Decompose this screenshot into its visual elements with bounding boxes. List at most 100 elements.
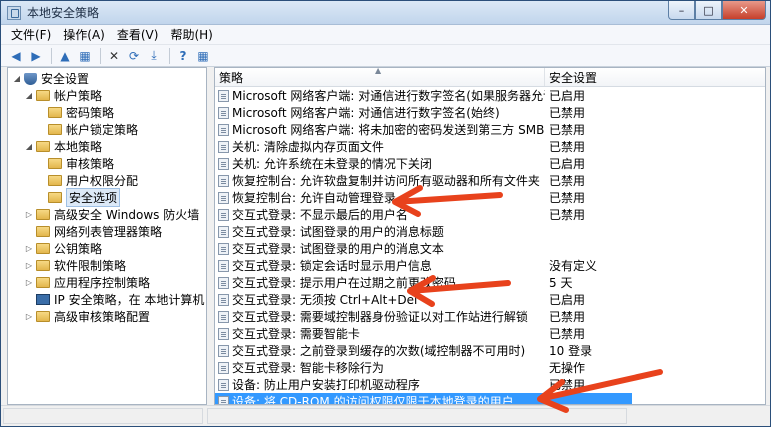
tree-item[interactable]: ▷ 应用程序控制策略	[8, 274, 206, 291]
collapse-icon	[36, 176, 46, 186]
tree-item[interactable]: 网络列表管理器策略	[8, 223, 206, 240]
policy-cell: 关机: 清除虚拟内存页面文件	[215, 138, 545, 155]
up-folder-icon[interactable]: ▲	[56, 47, 74, 65]
export-icon[interactable]: ⤓	[145, 47, 163, 65]
folder-icon	[36, 209, 50, 220]
collapse-icon[interactable]: ◢	[12, 74, 22, 84]
table-row[interactable]: 交互式登录: 锁定会话时显示用户信息 没有定义	[215, 257, 765, 274]
table-row[interactable]: 交互式登录: 智能卡移除行为 无操作	[215, 359, 765, 376]
console-tree-icon[interactable]: ▦	[194, 47, 212, 65]
setting-cell: 5 天	[549, 276, 573, 290]
title-bar[interactable]: 本地安全策略 – □ ✕	[1, 1, 770, 25]
tree-item[interactable]: 密码策略	[8, 104, 206, 121]
tree-item[interactable]: ▷ 高级审核策略配置	[8, 308, 206, 325]
column-header-policy[interactable]: ▲ 策略	[215, 68, 545, 86]
properties-icon[interactable]: ▦	[76, 47, 94, 65]
policy-name: 恢复控制台: 允许自动管理登录	[232, 191, 396, 205]
tree-item-label: 公钥策略	[54, 242, 103, 256]
menu-bar: 文件(F) 操作(A) 查看(V) 帮助(H)	[1, 25, 770, 45]
policy-icon	[218, 106, 229, 119]
policy-cell: 设备: 防止用户安装打印机驱动程序	[215, 376, 545, 393]
expand-icon[interactable]: ▷	[24, 261, 34, 271]
close-button[interactable]: ✕	[722, 1, 766, 20]
collapse-icon	[24, 227, 34, 237]
table-row[interactable]: 关机: 允许系统在未登录的情况下关闭 已启用	[215, 155, 765, 172]
table-row[interactable]: 交互式登录: 不显示最后的用户名 已禁用	[215, 206, 765, 223]
list-rows: Microsoft 网络客户端: 对通信进行数字签名(如果服务器允许) 已启用 Mi…	[215, 87, 765, 404]
computer-icon	[36, 294, 50, 305]
tree-item[interactable]: 安全选项	[8, 188, 206, 207]
policy-list[interactable]: ▲ 策略 安全设置 Microsoft 网络客户端: 对通信进行数字签名(如果服…	[214, 67, 766, 405]
forward-icon[interactable]: ▶	[27, 47, 45, 65]
table-row[interactable]: Microsoft 网络客户端: 对通信进行数字签名(如果服务器允许) 已启用	[215, 87, 765, 104]
tree-item[interactable]: ◢ 帐户策略	[8, 87, 206, 104]
app-icon	[7, 5, 21, 20]
expand-icon[interactable]: ▷	[24, 210, 34, 220]
policy-cell: 交互式登录: 锁定会话时显示用户信息	[215, 257, 545, 274]
table-row[interactable]: 设备: 将 CD-ROM 的访问权限仅限于本地登录的用户	[215, 393, 765, 404]
table-row[interactable]: 交互式登录: 需要智能卡 已禁用	[215, 325, 765, 342]
column-header-setting[interactable]: 安全设置	[545, 68, 645, 86]
tree-item[interactable]: ◢ 本地策略	[8, 138, 206, 155]
table-row[interactable]: 设备: 防止用户安装打印机驱动程序 已禁用	[215, 376, 765, 393]
status-segment	[207, 408, 627, 424]
table-row[interactable]: Microsoft 网络客户端: 将未加密的密码发送到第三方 SMB 服务器已禁…	[215, 121, 765, 138]
policy-cell: 设备: 将 CD-ROM 的访问权限仅限于本地登录的用户	[215, 393, 632, 404]
table-row[interactable]: 恢复控制台: 允许软盘复制并访问所有驱动器和所有文件夹 已禁用	[215, 172, 765, 189]
tree-item[interactable]: ▷ 软件限制策略	[8, 257, 206, 274]
expand-icon[interactable]: ▷	[24, 278, 34, 288]
policy-name: 交互式登录: 无须按 Ctrl+Alt+Del	[232, 293, 418, 307]
minimize-button[interactable]: –	[668, 1, 695, 20]
tree-item[interactable]: IP 安全策略，在 本地计算机	[8, 291, 206, 308]
tree-item[interactable]: ◢ 安全设置	[8, 70, 206, 87]
menu-file[interactable]: 文件(F)	[5, 26, 57, 43]
maximize-button[interactable]: □	[695, 1, 722, 20]
help-icon[interactable]: ?	[174, 47, 192, 65]
tree-item[interactable]: ▷ 公钥策略	[8, 240, 206, 257]
setting-cell: 已禁用	[549, 140, 586, 154]
menu-action[interactable]: 操作(A)	[57, 26, 111, 43]
folder-icon	[48, 192, 62, 203]
table-row[interactable]: 交互式登录: 试图登录的用户的消息标题	[215, 223, 765, 240]
policy-name: 交互式登录: 智能卡移除行为	[232, 361, 384, 375]
tree-item[interactable]: 审核策略	[8, 155, 206, 172]
tree-item[interactable]: 用户权限分配	[8, 172, 206, 189]
policy-cell: Microsoft 网络客户端: 对通信进行数字签名(如果服务器允许)	[215, 87, 545, 104]
table-row[interactable]: 交互式登录: 提示用户在过期之前更改密码 5 天	[215, 274, 765, 291]
menu-view[interactable]: 查看(V)	[111, 26, 165, 43]
back-icon[interactable]: ◀	[7, 47, 25, 65]
expand-icon[interactable]: ▷	[24, 244, 34, 254]
setting-cell: 已禁用	[549, 310, 586, 324]
refresh-icon[interactable]: ⟳	[125, 47, 143, 65]
table-row[interactable]: 关机: 清除虚拟内存页面文件 已禁用	[215, 138, 765, 155]
table-row[interactable]: 交互式登录: 试图登录的用户的消息文本	[215, 240, 765, 257]
policy-cell: 交互式登录: 智能卡移除行为	[215, 359, 545, 376]
sort-arrow-icon: ▲	[375, 67, 382, 75]
folder-icon	[36, 243, 50, 254]
table-row[interactable]: 恢复控制台: 允许自动管理登录 已禁用	[215, 189, 765, 206]
tree-item[interactable]: 帐户锁定策略	[8, 121, 206, 138]
tree-item[interactable]: ▷ 高级安全 Windows 防火墙	[8, 206, 206, 223]
folder-icon	[36, 141, 50, 152]
tree-item-label: IP 安全策略，在 本地计算机	[54, 293, 205, 307]
table-row[interactable]: Microsoft 网络客户端: 对通信进行数字签名(始终) 已禁用	[215, 104, 765, 121]
tree-item-label: 帐户锁定策略	[66, 123, 139, 137]
folder-icon	[48, 158, 62, 169]
setting-cell: 已禁用	[549, 191, 586, 205]
expand-icon[interactable]: ▷	[24, 312, 34, 322]
table-row[interactable]: 交互式登录: 无须按 Ctrl+Alt+Del 已启用	[215, 291, 765, 308]
policy-name: 关机: 允许系统在未登录的情况下关闭	[232, 157, 432, 171]
tree-item-label: 审核策略	[66, 157, 115, 171]
policy-name: 关机: 清除虚拟内存页面文件	[232, 140, 384, 154]
table-row[interactable]: 交互式登录: 之前登录到缓存的次数(域控制器不可用时) 10 登录	[215, 342, 765, 359]
table-row[interactable]: 交互式登录: 需要域控制器身份验证以对工作站进行解锁 已禁用	[215, 308, 765, 325]
collapse-icon	[36, 108, 46, 118]
collapse-icon[interactable]: ◢	[24, 142, 34, 152]
policy-cell: 交互式登录: 之前登录到缓存的次数(域控制器不可用时)	[215, 342, 545, 359]
delete-icon[interactable]: ✕	[105, 47, 123, 65]
menu-help[interactable]: 帮助(H)	[164, 26, 218, 43]
pane-splitter[interactable]	[207, 67, 214, 405]
policy-name: 交互式登录: 试图登录的用户的消息文本	[232, 242, 444, 256]
collapse-icon[interactable]: ◢	[24, 91, 34, 101]
console-tree[interactable]: ◢ 安全设置 ◢ 帐户策略 密码策略 帐户锁定策略 ◢ 本地策略 审核策略 用户权限分配 安全选项 ▷…	[7, 67, 207, 405]
